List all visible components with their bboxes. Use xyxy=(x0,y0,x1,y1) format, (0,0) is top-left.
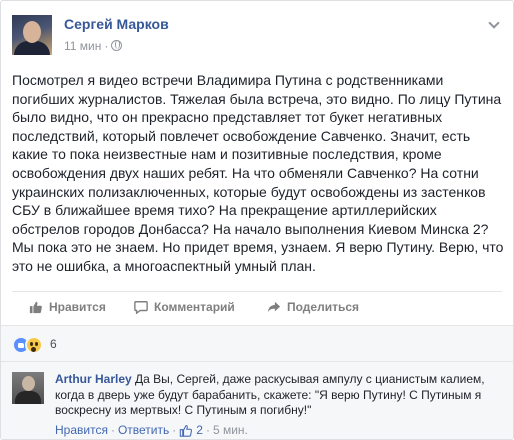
comment-sep-1: · xyxy=(110,423,115,437)
comment-icon xyxy=(134,301,148,314)
comment-button[interactable]: Комментарий xyxy=(134,300,235,314)
comment-like-link[interactable]: Нравится xyxy=(55,423,108,437)
wow-eye-right xyxy=(35,342,38,346)
author-name[interactable]: Сергей Марков xyxy=(64,16,169,32)
comment-body: Arthur Harley Да Вы, Сергей, даже раскус… xyxy=(55,372,503,419)
wow-eye-left xyxy=(30,342,33,346)
commenter-avatar-face xyxy=(22,376,35,391)
share-icon xyxy=(267,301,281,313)
post-card: Сергей Марков 11 мин · Посмотрел я видео … xyxy=(0,0,514,440)
meta-separator: · xyxy=(104,39,109,53)
chevron-down-icon[interactable] xyxy=(487,17,501,31)
comment-section: Arthur Harley Да Вы, Сергей, даже раскус… xyxy=(1,361,513,439)
comment-like-count[interactable]: 2 xyxy=(196,423,203,437)
post-meta: 11 мин · xyxy=(64,39,123,53)
comment-button-label: Комментарий xyxy=(154,300,235,314)
author-avatar[interactable] xyxy=(12,15,52,55)
comment-actions: Нравится · Ответить · 2 · 5 мин. xyxy=(55,423,248,437)
avatar-shoulders xyxy=(14,41,50,55)
commenter-avatar-body xyxy=(15,391,41,404)
post-time[interactable]: 11 мин xyxy=(64,39,101,53)
reaction-count[interactable]: 6 xyxy=(50,337,57,351)
share-button-label: Поделиться xyxy=(287,300,360,314)
reactions-bar: 6 xyxy=(1,325,513,361)
comment-thumbs-up-icon[interactable] xyxy=(179,424,193,437)
avatar-face xyxy=(23,21,41,43)
like-button[interactable]: Нравится xyxy=(29,300,106,314)
comment-author[interactable]: Arthur Harley xyxy=(55,372,132,386)
post-actions: Нравится Комментарий Поделиться xyxy=(12,291,502,325)
wow-mouth xyxy=(31,347,36,352)
comment-sep-3: · xyxy=(205,423,210,437)
commenter-avatar[interactable] xyxy=(12,372,44,404)
comment-reply-link[interactable]: Ответить xyxy=(118,423,169,437)
post-header: Сергей Марков 11 мин · xyxy=(12,11,513,57)
thumbs-up-icon xyxy=(29,301,42,314)
comment-time[interactable]: 5 мин. xyxy=(213,423,248,437)
like-button-label: Нравится xyxy=(49,300,106,314)
share-button[interactable]: Поделиться xyxy=(267,300,359,314)
wow-reaction-icon xyxy=(25,336,43,354)
post-text: Посмотрел я видео встречи Владимира Пути… xyxy=(12,72,504,274)
globe-icon xyxy=(111,40,123,51)
comment-sep-2: · xyxy=(172,423,177,437)
